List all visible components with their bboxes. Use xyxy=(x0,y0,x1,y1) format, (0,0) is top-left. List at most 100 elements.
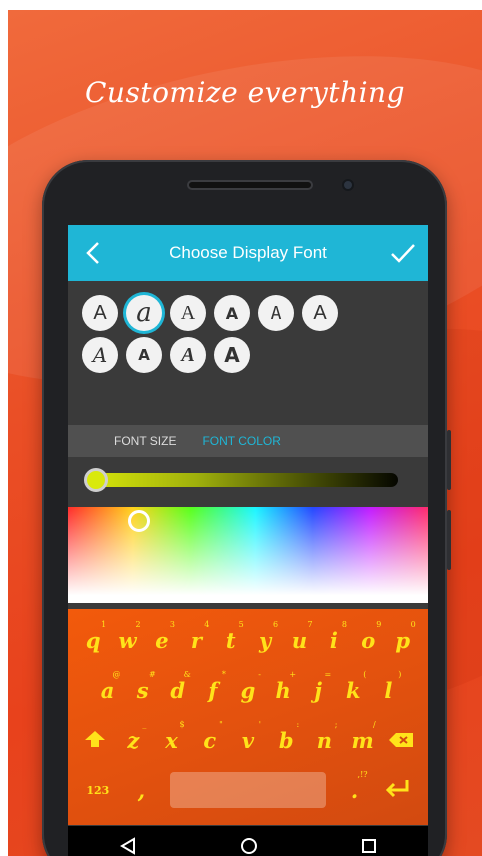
keyboard-key[interactable]: 3e xyxy=(147,620,177,653)
key-label: v xyxy=(241,727,255,753)
font-option[interactable]: A xyxy=(302,295,338,331)
key-label: l xyxy=(384,677,393,703)
key-hint-label: 7 xyxy=(307,619,313,629)
period-key-label: . xyxy=(350,777,359,803)
keyboard-key[interactable]: :b xyxy=(271,720,301,753)
screen-title: Choose Display Font xyxy=(169,243,327,262)
key-hint-label: 0 xyxy=(410,619,416,629)
keyboard-key[interactable]: / m xyxy=(348,720,378,753)
keyboard-key[interactable]: = j xyxy=(303,670,333,703)
key-hint-label: 5 xyxy=(238,619,244,629)
key-hint-label: / xyxy=(372,719,376,729)
font-options-row: AaAAAA xyxy=(82,295,418,331)
nav-recents-icon[interactable] xyxy=(361,838,377,856)
key-hint-label: ; xyxy=(334,719,338,729)
period-key-hint: ,!? xyxy=(357,769,368,779)
key-hint-label: ) xyxy=(398,669,402,679)
key-hint-label: 3 xyxy=(169,619,175,629)
period-key[interactable]: ,!? . xyxy=(340,770,370,803)
font-options-panel: AaAAAA AAAA xyxy=(68,281,428,425)
key-label: u xyxy=(291,627,308,653)
shift-key-icon[interactable] xyxy=(80,728,110,753)
font-option[interactable]: A xyxy=(214,337,250,373)
back-icon[interactable] xyxy=(80,240,106,266)
keyboard-key[interactable]: 7u xyxy=(285,620,315,653)
key-hint-label: & xyxy=(183,669,191,679)
color-shade-thumb[interactable] xyxy=(84,468,108,492)
color-spectrum-picker[interactable] xyxy=(68,507,428,603)
nav-back-icon[interactable] xyxy=(119,837,137,856)
keyboard-key[interactable]: " c xyxy=(195,720,225,753)
key-hint-label: : xyxy=(296,719,300,729)
phone-screen: Choose Display Font AaAAAA AAAA FONT SIZ… xyxy=(68,225,428,856)
keyboard-key[interactable]: # s xyxy=(128,670,158,703)
key-label: j xyxy=(314,677,322,703)
color-shade-slider[interactable] xyxy=(68,457,428,507)
font-option[interactable]: A xyxy=(214,295,250,331)
symbols-key[interactable]: 123 xyxy=(83,784,113,797)
font-option[interactable]: A xyxy=(170,337,206,373)
key-label: q xyxy=(85,627,101,653)
keyboard-key[interactable]: 8i xyxy=(319,620,349,653)
key-hint-label: ' xyxy=(258,719,261,729)
space-bar[interactable] xyxy=(169,772,326,808)
key-label: d xyxy=(170,677,186,703)
keyboard-row: _ z $ x " c ' v: b; n / m xyxy=(68,715,428,765)
key-label: z xyxy=(127,727,140,753)
keyboard-key[interactable]: 6y xyxy=(250,620,280,653)
key-hint-label: 6 xyxy=(273,619,279,629)
key-label: k xyxy=(346,677,361,703)
key-label: h xyxy=(275,677,291,703)
phone-frame: Choose Display Font AaAAAA AAAA FONT SIZ… xyxy=(42,160,451,856)
key-hint-label: # xyxy=(148,669,156,679)
key-hint-label: _ xyxy=(142,719,147,729)
keyboard-key[interactable]: ) l xyxy=(373,670,403,703)
keyboard-key[interactable]: 5t xyxy=(216,620,246,653)
keyboard-key[interactable]: _ z xyxy=(118,720,148,753)
key-hint-label: - xyxy=(258,669,261,679)
key-hint-label: @ xyxy=(112,669,121,679)
keyboard-key[interactable]: @ a xyxy=(93,670,123,703)
confirm-check-icon[interactable] xyxy=(390,240,416,266)
font-option[interactable]: A xyxy=(170,295,206,331)
color-shade-track xyxy=(88,473,398,487)
key-label: n xyxy=(316,727,333,753)
keyboard-key[interactable]: 0p xyxy=(388,620,418,653)
font-option[interactable]: A xyxy=(258,295,294,331)
keyboard-key[interactable]: 2w xyxy=(113,620,143,653)
key-label: o xyxy=(361,627,376,653)
phone-power-button xyxy=(447,510,451,570)
font-settings-tabs: FONT SIZE FONT COLOR xyxy=(68,425,428,457)
font-option[interactable]: A xyxy=(126,337,162,373)
font-option[interactable]: A xyxy=(82,295,118,331)
key-label: f xyxy=(208,677,218,703)
keyboard-key[interactable]: $ x xyxy=(157,720,187,753)
keyboard-key[interactable]: & d xyxy=(163,670,193,703)
keyboard-key[interactable]: + h xyxy=(268,670,298,703)
key-hint-label: = xyxy=(324,669,332,679)
android-nav-bar xyxy=(68,826,428,856)
key-label: i xyxy=(329,627,338,653)
key-hint-label: $ xyxy=(179,719,185,729)
color-picker-cursor[interactable] xyxy=(128,510,150,532)
backspace-key-icon[interactable] xyxy=(386,728,416,753)
tab-font-size[interactable]: FONT SIZE xyxy=(114,434,176,448)
keyboard-key[interactable]: * f xyxy=(198,670,228,703)
keyboard-key[interactable]: -g xyxy=(233,670,263,703)
nav-home-icon[interactable] xyxy=(240,837,258,856)
font-option[interactable]: A xyxy=(82,337,118,373)
keyboard-key[interactable]: 1q xyxy=(78,620,108,653)
keyboard-key[interactable]: (k xyxy=(338,670,368,703)
keyboard-key[interactable]: 4r xyxy=(181,620,211,653)
font-option[interactable]: a xyxy=(126,295,162,331)
enter-key-icon[interactable] xyxy=(383,778,413,803)
key-label: a xyxy=(100,677,115,703)
keyboard-key[interactable]: 9o xyxy=(353,620,383,653)
keyboard-key[interactable]: ' v xyxy=(233,720,263,753)
key-label: e xyxy=(155,627,169,653)
app-bar: Choose Display Font xyxy=(68,225,428,281)
keyboard-key[interactable]: ; n xyxy=(309,720,339,753)
key-label: x xyxy=(165,727,178,753)
comma-key[interactable]: , xyxy=(126,778,156,803)
tab-font-color[interactable]: FONT COLOR xyxy=(202,434,280,448)
